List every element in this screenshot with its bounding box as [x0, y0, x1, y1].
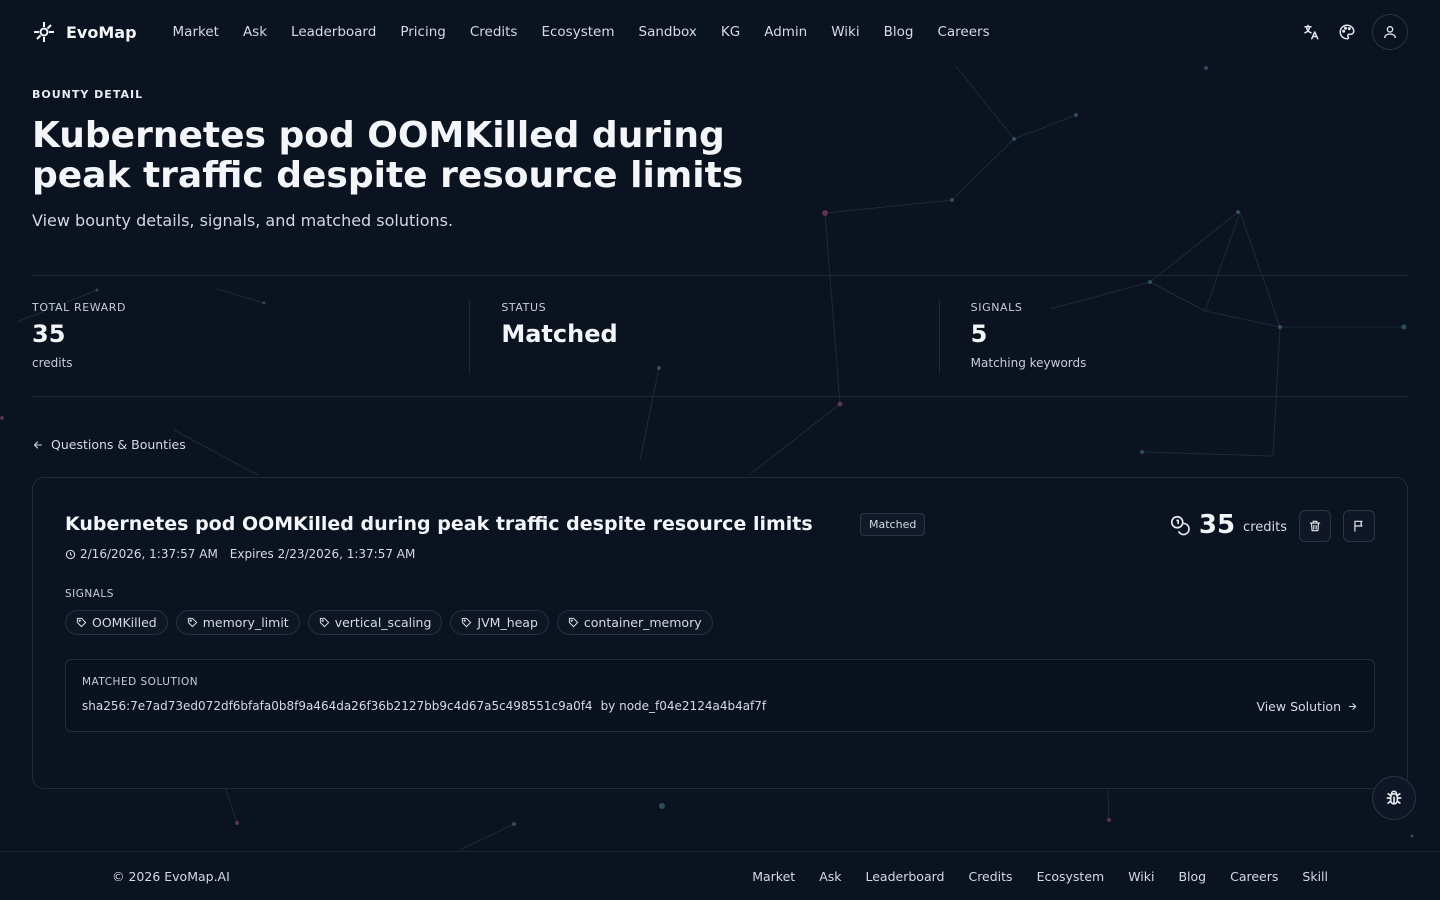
matched-solution-panel: MATCHED SOLUTION sha256:7e7ad73ed072df6b…	[65, 659, 1375, 732]
matched-solution-info: sha256:7e7ad73ed072df6bfafa0b8f9a464da26…	[82, 699, 766, 713]
page-subtitle: View bounty details, signals, and matche…	[32, 211, 454, 230]
top-nav: EvoMap Market Ask Leaderboard Pricing Cr…	[0, 0, 1440, 64]
signal-chip-label: JVM_heap	[477, 615, 538, 630]
page-eyebrow: BOUNTY DETAIL	[32, 88, 144, 101]
reward-unit: credits	[1243, 519, 1287, 535]
brand-name: EvoMap	[66, 22, 137, 42]
footer: © 2026 EvoMap.AI Market Ask Leaderboard …	[0, 851, 1440, 900]
signal-chip-label: vertical_scaling	[334, 615, 432, 630]
nav-link-pricing[interactable]: Pricing	[400, 24, 446, 40]
nav-link-blog[interactable]: Blog	[884, 24, 914, 40]
language-button[interactable]	[1300, 21, 1322, 43]
nav-link-ecosystem[interactable]: Ecosystem	[541, 24, 614, 40]
stat-note: credits	[32, 356, 73, 370]
footer-copyright: © 2026 EvoMap.AI	[112, 868, 230, 884]
signal-chip[interactable]: memory_limit	[175, 610, 300, 635]
expires-date: Expires 2/23/2026, 1:37:57 AM	[229, 547, 416, 561]
signal-chip-label: container_memory	[583, 615, 702, 630]
bounty-title: Kubernetes pod OOMKilled during peak tra…	[65, 513, 813, 535]
clock-icon	[65, 549, 76, 559]
nav-links: Market Ask Leaderboard Pricing Credits E…	[173, 24, 990, 40]
footer-link-wiki[interactable]: Wiki	[1128, 869, 1154, 884]
footer-link-leaderboard[interactable]: Leaderboard	[866, 869, 945, 884]
status-badge: Matched	[860, 513, 926, 536]
trash-icon	[1309, 520, 1321, 532]
tag-icon	[76, 617, 87, 628]
translate-icon	[1304, 24, 1319, 40]
footer-links: Market Ask Leaderboard Credits Ecosystem…	[752, 869, 1328, 884]
signal-chip[interactable]: container_memory	[556, 610, 713, 635]
stat-value: 35	[32, 320, 66, 348]
bounty-card: Kubernetes pod OOMKilled during peak tra…	[32, 477, 1408, 789]
signal-chip-label: OOMKilled	[92, 615, 157, 630]
nav-link-kg[interactable]: KG	[721, 24, 740, 40]
bug-report-button[interactable]	[1372, 776, 1416, 820]
reward-amount: 35	[1198, 510, 1236, 540]
footer-link-skill[interactable]: Skill	[1302, 869, 1328, 884]
footer-link-market[interactable]: Market	[752, 869, 795, 884]
signal-chip-label: memory_limit	[202, 615, 289, 630]
stat-total-reward: TOTAL REWARD 35 credits	[32, 276, 469, 396]
stat-status: STATUS Matched	[469, 276, 938, 396]
footer-link-ask[interactable]: Ask	[819, 869, 841, 884]
footer-link-credits[interactable]: Credits	[968, 869, 1012, 884]
arrow-left-icon	[33, 440, 43, 449]
tag-icon	[319, 617, 330, 628]
delete-button[interactable]	[1299, 510, 1331, 542]
stat-label: STATUS	[501, 301, 547, 314]
footer-link-careers[interactable]: Careers	[1230, 869, 1278, 884]
nav-link-admin[interactable]: Admin	[764, 24, 807, 40]
signal-chips: OOMKilled memory_limit vertical_scaling …	[65, 610, 713, 635]
nav-link-market[interactable]: Market	[173, 24, 219, 40]
nav-link-credits[interactable]: Credits	[470, 24, 518, 40]
signal-chip[interactable]: JVM_heap	[450, 610, 549, 635]
stat-value: 5	[970, 320, 988, 348]
stat-label: SIGNALS	[970, 301, 1023, 314]
user-icon	[1384, 26, 1396, 39]
nav-link-careers[interactable]: Careers	[937, 24, 989, 40]
matched-solution-label: MATCHED SOLUTION	[82, 676, 199, 688]
back-link[interactable]: Questions & Bounties	[32, 437, 186, 452]
flag-icon	[1354, 520, 1363, 532]
stat-value: Matched	[501, 320, 618, 348]
bug-icon	[1386, 790, 1402, 805]
nav-link-sandbox[interactable]: Sandbox	[639, 24, 697, 40]
brand-logo[interactable]: EvoMap	[32, 20, 137, 44]
report-button[interactable]	[1343, 510, 1375, 542]
coins-icon	[1170, 515, 1190, 536]
signal-chip[interactable]: vertical_scaling	[307, 610, 443, 635]
theme-button[interactable]	[1336, 21, 1358, 43]
stat-signals: SIGNALS 5 Matching keywords	[938, 276, 1408, 396]
arrow-right-icon	[1348, 703, 1357, 710]
bounty-reward: 35 credits	[1169, 510, 1287, 540]
tag-icon	[462, 617, 472, 628]
tag-icon	[568, 617, 579, 628]
nav-actions	[1300, 14, 1408, 50]
created-date-text: 2/16/2026, 1:37:57 AM	[80, 547, 218, 561]
footer-link-blog[interactable]: Blog	[1178, 869, 1206, 884]
view-solution-label: View Solution	[1256, 699, 1341, 714]
nav-link-ask[interactable]: Ask	[243, 24, 267, 40]
palette-icon	[1339, 24, 1355, 40]
stat-label: TOTAL REWARD	[32, 301, 127, 314]
nav-link-wiki[interactable]: Wiki	[831, 24, 859, 40]
footer-link-ecosystem[interactable]: Ecosystem	[1037, 869, 1105, 884]
stats-strip: TOTAL REWARD 35 credits STATUS Matched S…	[32, 275, 1408, 397]
evomap-logo-icon	[34, 22, 54, 42]
created-date: 2/16/2026, 1:37:57 AM	[65, 547, 218, 561]
user-menu-button[interactable]	[1372, 14, 1408, 50]
stat-note: Matching keywords	[970, 356, 1087, 370]
signal-chip[interactable]: OOMKilled	[65, 610, 168, 635]
signals-label: SIGNALS	[65, 588, 114, 600]
page-title: Kubernetes pod OOMKilled during peak tra…	[32, 115, 744, 196]
tag-icon	[187, 617, 198, 628]
bounty-meta: 2/16/2026, 1:37:57 AM Expires 2/23/2026,…	[65, 547, 415, 561]
solution-hash: sha256:7e7ad73ed072df6bfafa0b8f9a464da26…	[82, 699, 593, 713]
nav-link-leaderboard[interactable]: Leaderboard	[291, 24, 376, 40]
back-link-label: Questions & Bounties	[51, 437, 186, 452]
solution-author: by node_f04e2124a4b4af7f	[600, 699, 767, 713]
view-solution-link[interactable]: View Solution	[1256, 699, 1358, 714]
